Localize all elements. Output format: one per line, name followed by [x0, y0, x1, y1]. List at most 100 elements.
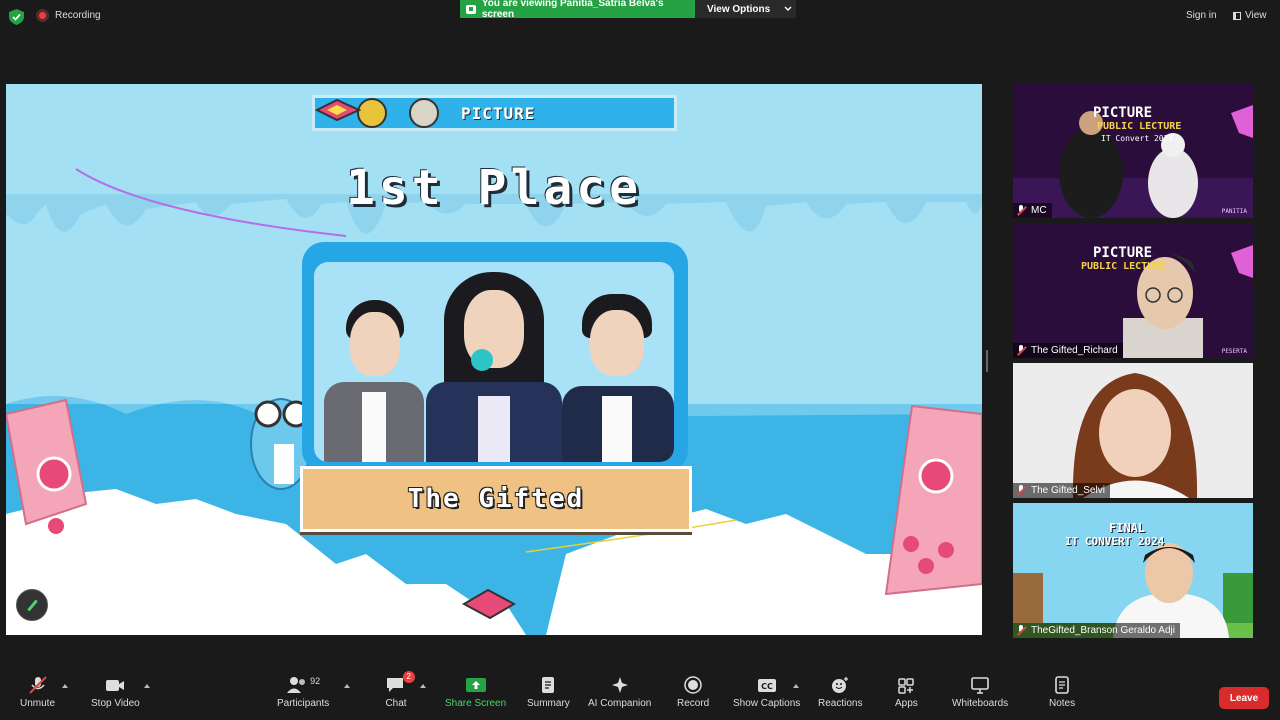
participant-name-richard: The Gifted_Richard — [1013, 343, 1123, 358]
grid-view-icon — [1233, 11, 1241, 20]
tile-background — [1013, 363, 1253, 498]
muted-microphone-icon — [28, 676, 47, 694]
participants-options-chevron-icon[interactable] — [344, 684, 350, 688]
notes-button[interactable]: Notes — [1049, 676, 1075, 709]
viewing-banner-text: You are viewing Panitia_Satria Belva's s… — [481, 0, 664, 20]
participant-name-mc: MC — [1013, 203, 1052, 218]
captions-options-chevron-icon[interactable] — [793, 684, 799, 688]
chat-options-chevron-icon[interactable] — [420, 684, 426, 688]
chat-icon: 2 — [385, 671, 415, 694]
top-bar: Recording You are viewing Panitia_Satria… — [0, 0, 1280, 34]
share-screen-label: Share Screen — [445, 698, 507, 709]
presenter-cursor — [471, 349, 493, 371]
participant-name-label: TheGifted_Branson Geraldo Adji — [1031, 625, 1175, 636]
recording-label: Recording — [55, 10, 101, 21]
video-tile-mc[interactable]: PICTURE PUBLIC LECTURE IT Convert 2024 P… — [1013, 83, 1253, 218]
share-screen-arrow-icon — [465, 678, 486, 692]
video-options-chevron-icon[interactable] — [144, 684, 150, 688]
meeting-toolbar: Unmute Stop Video 92 Participants 2 Chat… — [0, 670, 1280, 720]
unmute-button[interactable]: Unmute — [20, 676, 55, 709]
recording-indicator[interactable]: Recording — [36, 9, 101, 22]
unmute-label: Unmute — [20, 698, 56, 709]
summary-document-icon — [542, 677, 555, 693]
tile-title-line-2: PUBLIC LECTURE — [1097, 121, 1182, 132]
resize-handle[interactable] — [986, 350, 988, 372]
view-button[interactable]: View — [1233, 10, 1267, 21]
participant-name-label: The Gifted_Richard — [1031, 345, 1118, 356]
record-icon — [684, 676, 702, 694]
record-label: Record — [677, 698, 710, 709]
annotate-pen-button[interactable] — [16, 589, 48, 621]
view-label: View — [1245, 10, 1267, 21]
video-tile-selvi[interactable]: The Gifted_Selvi — [1013, 363, 1253, 498]
summary-label: Summary — [527, 698, 570, 709]
stop-video-label: Stop Video — [91, 698, 140, 709]
notes-label: Notes — [1049, 698, 1076, 709]
chat-label: Chat — [385, 698, 407, 709]
organization-logo-icon — [409, 98, 439, 128]
summary-button[interactable]: Summary — [527, 676, 570, 709]
participant-name-branson: TheGifted_Branson Geraldo Adji — [1013, 623, 1180, 638]
chat-button[interactable]: 2 Chat — [385, 671, 415, 709]
participants-icon — [287, 677, 306, 693]
chat-unread-badge: 2 — [402, 671, 415, 683]
winners-photo — [314, 262, 674, 462]
stop-video-button[interactable]: Stop Video — [91, 676, 140, 709]
muted-mic-icon — [1016, 205, 1027, 216]
audio-options-chevron-icon[interactable] — [62, 684, 68, 688]
show-captions-button[interactable]: CC Show Captions — [733, 676, 800, 709]
show-captions-label: Show Captions — [733, 698, 801, 709]
smiley-add-icon — [832, 677, 849, 693]
tile-background — [1013, 223, 1253, 358]
view-options-label: View Options — [707, 3, 771, 15]
shared-screen: PICTURE 1st Place The Gifted — [6, 84, 982, 635]
reactions-button[interactable]: Reactions — [818, 676, 862, 709]
team-name: The Gifted — [407, 484, 585, 514]
tile-title-line-3: IT Convert 2024 — [1101, 134, 1174, 143]
whiteboards-label: Whiteboards — [952, 698, 1009, 709]
shield-icon[interactable] — [9, 9, 24, 25]
sign-in-button[interactable]: Sign in — [1186, 10, 1217, 21]
ai-companion-button[interactable]: AI Companion — [588, 676, 651, 709]
ai-companion-label: AI Companion — [588, 698, 652, 709]
participant-name-label: MC — [1031, 205, 1047, 216]
whiteboard-icon — [971, 677, 989, 694]
video-tile-branson[interactable]: FINAL IT CONVERT 2024 TheGifted_Branson … — [1013, 503, 1253, 638]
tile-title-line-1: PICTURE — [1093, 105, 1153, 121]
participants-count: 92 — [310, 676, 321, 686]
event-logo-icon — [315, 98, 361, 122]
participants-label: Participants — [277, 698, 330, 709]
university-logo-icon — [357, 98, 387, 128]
winners-photo-frame — [302, 242, 688, 472]
share-screen-icon — [466, 4, 476, 14]
banner-title: PICTURE — [461, 103, 536, 123]
muted-mic-icon — [1016, 485, 1027, 496]
tile-corner-label: PANITIA — [1221, 208, 1247, 215]
tile-title-line-1: PICTURE — [1093, 245, 1153, 261]
whiteboards-button[interactable]: Whiteboards — [952, 676, 1008, 709]
closed-captions-icon: CC — [757, 679, 776, 692]
tile-title-line-2: IT CONVERT 2024 — [1065, 535, 1165, 548]
view-options-button[interactable]: View Options — [695, 0, 796, 18]
notes-icon — [1055, 676, 1069, 694]
event-banner: PICTURE — [312, 95, 677, 131]
participants-button[interactable]: 92 Participants — [277, 676, 329, 709]
reactions-label: Reactions — [818, 698, 863, 709]
apps-button[interactable]: Apps — [895, 676, 918, 709]
share-screen-button[interactable]: Share Screen — [445, 676, 506, 709]
video-tile-richard[interactable]: PICTURE PUBLIC LECTURE PESERTA The Gifte… — [1013, 223, 1253, 358]
leave-button[interactable]: Leave — [1219, 687, 1269, 709]
team-name-plate: The Gifted — [300, 466, 692, 532]
place-title: 1st Place — [345, 160, 643, 216]
tile-corner-label: PESERTA — [1221, 348, 1247, 355]
chevron-down-icon — [784, 6, 792, 11]
tile-background — [1013, 83, 1253, 218]
video-camera-icon — [106, 680, 125, 691]
muted-mic-icon — [1016, 345, 1027, 356]
apps-label: Apps — [895, 698, 918, 709]
tile-title-line-2: PUBLIC LECTURE — [1081, 261, 1166, 272]
record-dot-icon — [36, 9, 49, 22]
participant-name-selvi: The Gifted_Selvi — [1013, 483, 1110, 498]
winner-photo-left — [324, 292, 424, 462]
record-button[interactable]: Record — [677, 676, 709, 709]
